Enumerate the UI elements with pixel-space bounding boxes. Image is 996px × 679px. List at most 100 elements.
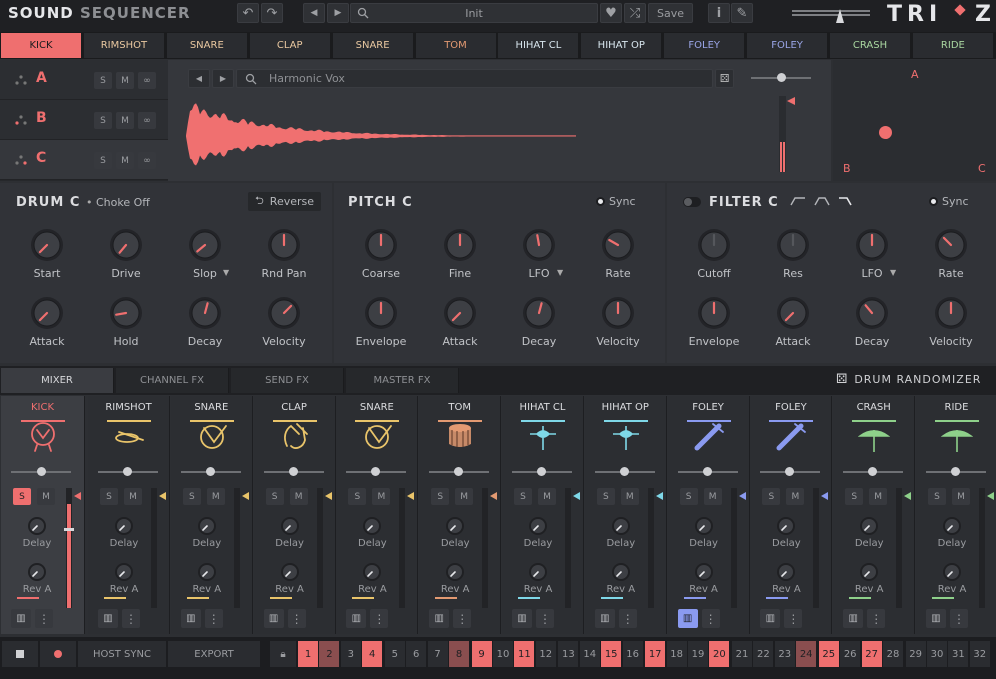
tab-instrument-3[interactable]: SNARE bbox=[166, 33, 248, 58]
save-button[interactable]: Save bbox=[648, 3, 693, 23]
strip-menu-button[interactable]: ⋮ bbox=[536, 609, 554, 628]
strip-delay-knob[interactable] bbox=[776, 516, 796, 536]
strip-piano-button[interactable]: ▥ bbox=[677, 609, 698, 628]
strip-menu-button[interactable]: ⋮ bbox=[204, 609, 223, 628]
random-sample-button[interactable]: ⚄ bbox=[715, 69, 734, 88]
layer-solo-button[interactable]: S bbox=[94, 112, 112, 129]
strip-menu-button[interactable]: ⋮ bbox=[287, 609, 306, 628]
strip-reverb-knob[interactable] bbox=[942, 562, 962, 582]
filter-sync-toggle[interactable] bbox=[929, 197, 938, 206]
strip-delay-knob[interactable] bbox=[694, 516, 714, 536]
layer-link-button[interactable]: ∞ bbox=[138, 72, 156, 89]
mixer-strip[interactable]: CRASH S M Delay Rev A ▥ ⋮ bbox=[833, 396, 916, 634]
prev-sample-button[interactable]: ◀ bbox=[188, 69, 210, 88]
layer-pan-handle[interactable] bbox=[777, 73, 786, 82]
step-button-22[interactable]: 22 bbox=[753, 641, 774, 667]
strip-delay-knob[interactable] bbox=[942, 516, 962, 536]
mixer-strip[interactable]: RIDE S M Delay Rev A ▥ ⋮ bbox=[916, 396, 996, 634]
drum-knob-hold[interactable] bbox=[109, 296, 143, 330]
strip-menu-button[interactable]: ⋮ bbox=[370, 609, 389, 628]
step-button-29[interactable]: 29 bbox=[905, 641, 926, 667]
filter-knob-envelope[interactable] bbox=[697, 296, 731, 330]
strip-level-marker-icon[interactable] bbox=[655, 492, 663, 500]
strip-solo-button[interactable]: S bbox=[182, 488, 201, 505]
tab-instrument-10[interactable]: FOLEY bbox=[747, 33, 829, 58]
step-button-7[interactable]: 7 bbox=[427, 641, 448, 667]
export-button[interactable]: EXPORT bbox=[168, 641, 260, 667]
strip-piano-button[interactable]: ▥ bbox=[926, 609, 946, 628]
undo-button[interactable]: ↶ bbox=[237, 3, 259, 23]
tab-channel-fx[interactable]: CHANNEL FX bbox=[116, 368, 229, 393]
step-button-32[interactable]: 32 bbox=[969, 641, 990, 667]
waveform[interactable] bbox=[186, 96, 706, 176]
strip-reverb-knob[interactable] bbox=[362, 562, 382, 582]
drum-knob-attack[interactable] bbox=[30, 296, 64, 330]
xy-pad-handle[interactable] bbox=[879, 126, 892, 139]
strip-delay-knob[interactable] bbox=[114, 516, 134, 536]
tab-instrument-7[interactable]: HIHAT CL bbox=[498, 33, 580, 58]
step-button-23[interactable]: 23 bbox=[774, 641, 795, 667]
filter-knob-decay[interactable] bbox=[855, 296, 889, 330]
pitch-knob-attack[interactable] bbox=[443, 296, 477, 330]
strip-menu-button[interactable]: ⋮ bbox=[701, 609, 720, 628]
mixer-strip[interactable]: CLAP S M Delay Rev A ▥ ⋮ bbox=[253, 396, 336, 634]
step-button-24[interactable]: 24 bbox=[796, 641, 817, 667]
step-button-1[interactable]: 1 bbox=[298, 641, 318, 667]
strip-solo-button[interactable]: S bbox=[431, 488, 450, 505]
mixer-strip[interactable]: FOLEY S M Delay Rev A ▥ ⋮ bbox=[750, 396, 833, 634]
lock-button[interactable]: 🔒︎ bbox=[270, 641, 296, 667]
tab-instrument-1[interactable]: KICK bbox=[1, 33, 82, 58]
strip-pan-handle[interactable] bbox=[123, 467, 132, 476]
strip-pan-handle[interactable] bbox=[537, 467, 546, 476]
master-volume-slider[interactable] bbox=[792, 7, 870, 25]
xy-mix-pad[interactable]: A B C bbox=[833, 60, 996, 181]
strip-menu-button[interactable]: ⋮ bbox=[35, 609, 53, 628]
drum-knob-velocity[interactable] bbox=[267, 296, 301, 330]
strip-reverb-knob[interactable] bbox=[776, 562, 796, 582]
drum-randomizer-button[interactable]: ⚄ DRUM RANDOMIZER bbox=[836, 372, 981, 387]
pitch-knob-coarse[interactable] bbox=[364, 228, 398, 262]
strip-reverb-knob[interactable] bbox=[859, 562, 879, 582]
stop-button[interactable] bbox=[2, 641, 38, 667]
strip-mute-button[interactable]: M bbox=[37, 488, 55, 505]
strip-menu-button[interactable]: ⋮ bbox=[867, 609, 886, 628]
layer-level-meter[interactable] bbox=[779, 96, 786, 172]
strip-delay-knob[interactable] bbox=[280, 516, 300, 536]
strip-piano-button[interactable]: ▥ bbox=[98, 609, 118, 628]
mixer-strip[interactable]: HIHAT CL S M Delay Rev A ▥ ⋮ bbox=[502, 396, 584, 634]
strip-mute-button[interactable]: M bbox=[786, 488, 805, 505]
pitch-knob-decay[interactable] bbox=[522, 296, 556, 330]
strip-level-marker-icon[interactable] bbox=[324, 492, 332, 500]
strip-solo-button[interactable]: S bbox=[100, 488, 118, 505]
strip-menu-button[interactable]: ⋮ bbox=[950, 609, 968, 628]
layer-solo-button[interactable]: S bbox=[94, 72, 112, 89]
strip-mute-button[interactable]: M bbox=[372, 488, 391, 505]
step-button-11[interactable]: 11 bbox=[514, 641, 535, 667]
step-button-25[interactable]: 25 bbox=[818, 641, 839, 667]
drum-knob-drive[interactable] bbox=[109, 228, 143, 262]
strip-reverb-knob[interactable] bbox=[27, 562, 47, 582]
strip-pan-handle[interactable] bbox=[454, 467, 464, 476]
filter-knob-lfo[interactable] bbox=[855, 228, 889, 262]
strip-piano-button[interactable]: ▥ bbox=[843, 609, 864, 628]
drum-knob-slop[interactable] bbox=[188, 228, 222, 262]
strip-piano-button[interactable]: ▥ bbox=[346, 609, 367, 628]
step-button-13[interactable]: 13 bbox=[558, 641, 579, 667]
strip-mute-button[interactable]: M bbox=[124, 488, 142, 505]
pitch-knob-envelope[interactable] bbox=[364, 296, 398, 330]
step-button-16[interactable]: 16 bbox=[622, 641, 643, 667]
strip-level-marker-icon[interactable] bbox=[407, 492, 415, 500]
step-button-15[interactable]: 15 bbox=[601, 641, 622, 667]
strip-pan-handle[interactable] bbox=[951, 467, 960, 476]
strip-pan-handle[interactable] bbox=[785, 467, 795, 476]
step-button-17[interactable]: 17 bbox=[645, 641, 666, 667]
next-sample-button[interactable]: ▶ bbox=[212, 69, 234, 88]
step-button-2[interactable]: 2 bbox=[319, 641, 340, 667]
strip-level-marker-icon[interactable] bbox=[490, 492, 498, 500]
strip-solo-button[interactable]: S bbox=[679, 488, 698, 505]
strip-mute-button[interactable]: M bbox=[206, 488, 225, 505]
filter-type-selector[interactable] bbox=[789, 195, 859, 207]
pitch-knob-velocity[interactable] bbox=[601, 296, 635, 330]
step-button-12[interactable]: 12 bbox=[535, 641, 556, 667]
step-button-6[interactable]: 6 bbox=[406, 641, 427, 667]
